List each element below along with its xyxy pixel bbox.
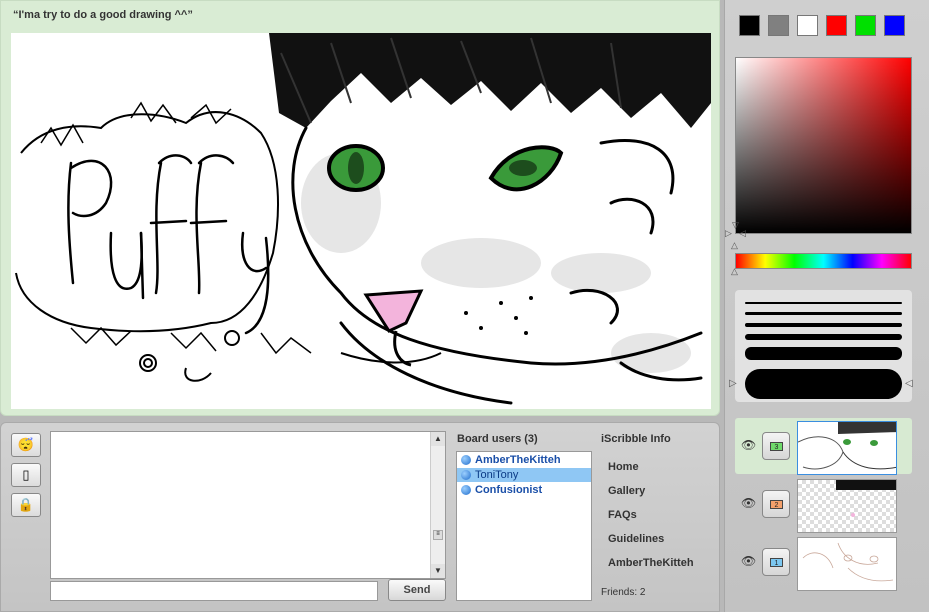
layer-number: 3: [770, 442, 783, 451]
hue-slider-handle-icon[interactable]: △: [731, 240, 738, 250]
lock-button[interactable]: 🔒: [11, 493, 41, 517]
picker-cursor-icon[interactable]: ◁: [739, 228, 746, 238]
scroll-up-icon[interactable]: ▲: [431, 432, 445, 446]
info-link-guidelines[interactable]: Guidelines: [608, 533, 664, 545]
drawing-title: “I'ma try to do a good drawing ^^”: [13, 9, 193, 21]
hue-slider-handle-icon[interactable]: △: [731, 266, 738, 276]
info-link-home[interactable]: Home: [608, 461, 639, 473]
eye-icon[interactable]: 👁: [741, 496, 756, 510]
notepad-icon: ▯: [22, 467, 30, 482]
sleepy-smiley-icon: 😴: [17, 437, 35, 452]
brush-size-4[interactable]: [745, 334, 902, 340]
brush-size-selector-left-icon: ▷: [729, 378, 737, 389]
board-users-title: Board users (3): [457, 433, 538, 445]
info-link-profile[interactable]: AmberTheKitteh: [608, 557, 694, 569]
brush-size-selector-right-icon: ◁: [905, 378, 913, 389]
lock-icon: 🔒: [17, 497, 35, 512]
color-picker-square[interactable]: [735, 57, 912, 234]
hue-slider[interactable]: [735, 253, 912, 269]
user-item[interactable]: Confusionist: [457, 483, 591, 497]
info-title: iScribble Info: [601, 433, 671, 445]
brush-size-2[interactable]: [745, 312, 902, 315]
scroll-down-icon[interactable]: ▼: [431, 564, 445, 578]
layer-row-1[interactable]: 👁 1: [735, 534, 912, 591]
friends-count: Friends: 2: [601, 587, 646, 598]
user-name: AmberTheKitteh: [475, 454, 561, 466]
user-item[interactable]: ToniTony: [457, 468, 591, 482]
white-swatch[interactable]: [797, 15, 818, 36]
blue-swatch[interactable]: [884, 15, 905, 36]
layer-number: 1: [770, 558, 783, 567]
user-status-icon: [461, 455, 471, 465]
brush-size-panel: [735, 290, 912, 402]
user-name: ToniTony: [475, 469, 519, 481]
layer-button-2[interactable]: 2: [762, 490, 790, 518]
user-item[interactable]: AmberTheKitteh: [457, 453, 591, 467]
layer-number: 2: [770, 500, 783, 509]
bottom-panel: 😴 ▯ 🔒 ▲ ≡ ▼ Send Board users (3) AmberTh…: [0, 422, 720, 612]
board-users-list: AmberTheKitteh ToniTony Confusionist: [456, 451, 592, 601]
green-swatch[interactable]: [855, 15, 876, 36]
picker-cursor-icon[interactable]: ▷: [725, 228, 732, 238]
layer-thumbnail-3[interactable]: [797, 421, 897, 475]
send-button[interactable]: Send: [388, 579, 446, 601]
chat-scrollbar[interactable]: ▲ ≡ ▼: [430, 432, 445, 578]
drawing-canvas[interactable]: [11, 33, 711, 409]
scroll-thumb[interactable]: ≡: [433, 530, 443, 540]
layer-list: 👁 3 👁 2 👁 1: [735, 418, 912, 592]
sleep-status-button[interactable]: 😴: [11, 433, 41, 457]
layer-thumbnail-2[interactable]: [797, 479, 897, 533]
user-status-icon: [461, 485, 471, 495]
layer-button-1[interactable]: 1: [762, 548, 790, 576]
black-swatch[interactable]: [739, 15, 760, 36]
eye-icon[interactable]: 👁: [741, 554, 756, 568]
side-panel: ▷ ◁ ▽ △ △ ▷ ◁ 👁 3 👁 2 👁 1: [724, 0, 929, 612]
picker-cursor-icon[interactable]: ▽: [732, 220, 739, 230]
eye-icon[interactable]: 👁: [741, 438, 756, 452]
canvas-artwork[interactable]: [11, 33, 711, 409]
layer-row-3[interactable]: 👁 3: [735, 418, 912, 475]
info-link-faqs[interactable]: FAQs: [608, 509, 637, 521]
layer-button-3[interactable]: 3: [762, 432, 790, 460]
brush-size-5[interactable]: [745, 347, 902, 360]
chat-input[interactable]: [50, 581, 378, 601]
user-name: Confusionist: [475, 484, 543, 496]
drawing-panel: “I'ma try to do a good drawing ^^”: [0, 0, 720, 416]
notepad-button[interactable]: ▯: [11, 463, 41, 487]
user-status-icon: [461, 470, 471, 480]
layer-thumbnail-1[interactable]: [797, 537, 897, 591]
layer-row-2[interactable]: 👁 2: [735, 476, 912, 533]
gray-swatch[interactable]: [768, 15, 789, 36]
brush-size-6[interactable]: [745, 369, 902, 399]
brush-size-1[interactable]: [745, 302, 902, 304]
red-swatch[interactable]: [826, 15, 847, 36]
color-swatches: [739, 15, 905, 36]
chat-log[interactable]: ▲ ≡ ▼: [50, 431, 446, 579]
brush-size-3[interactable]: [745, 323, 902, 327]
info-link-gallery[interactable]: Gallery: [608, 485, 645, 497]
